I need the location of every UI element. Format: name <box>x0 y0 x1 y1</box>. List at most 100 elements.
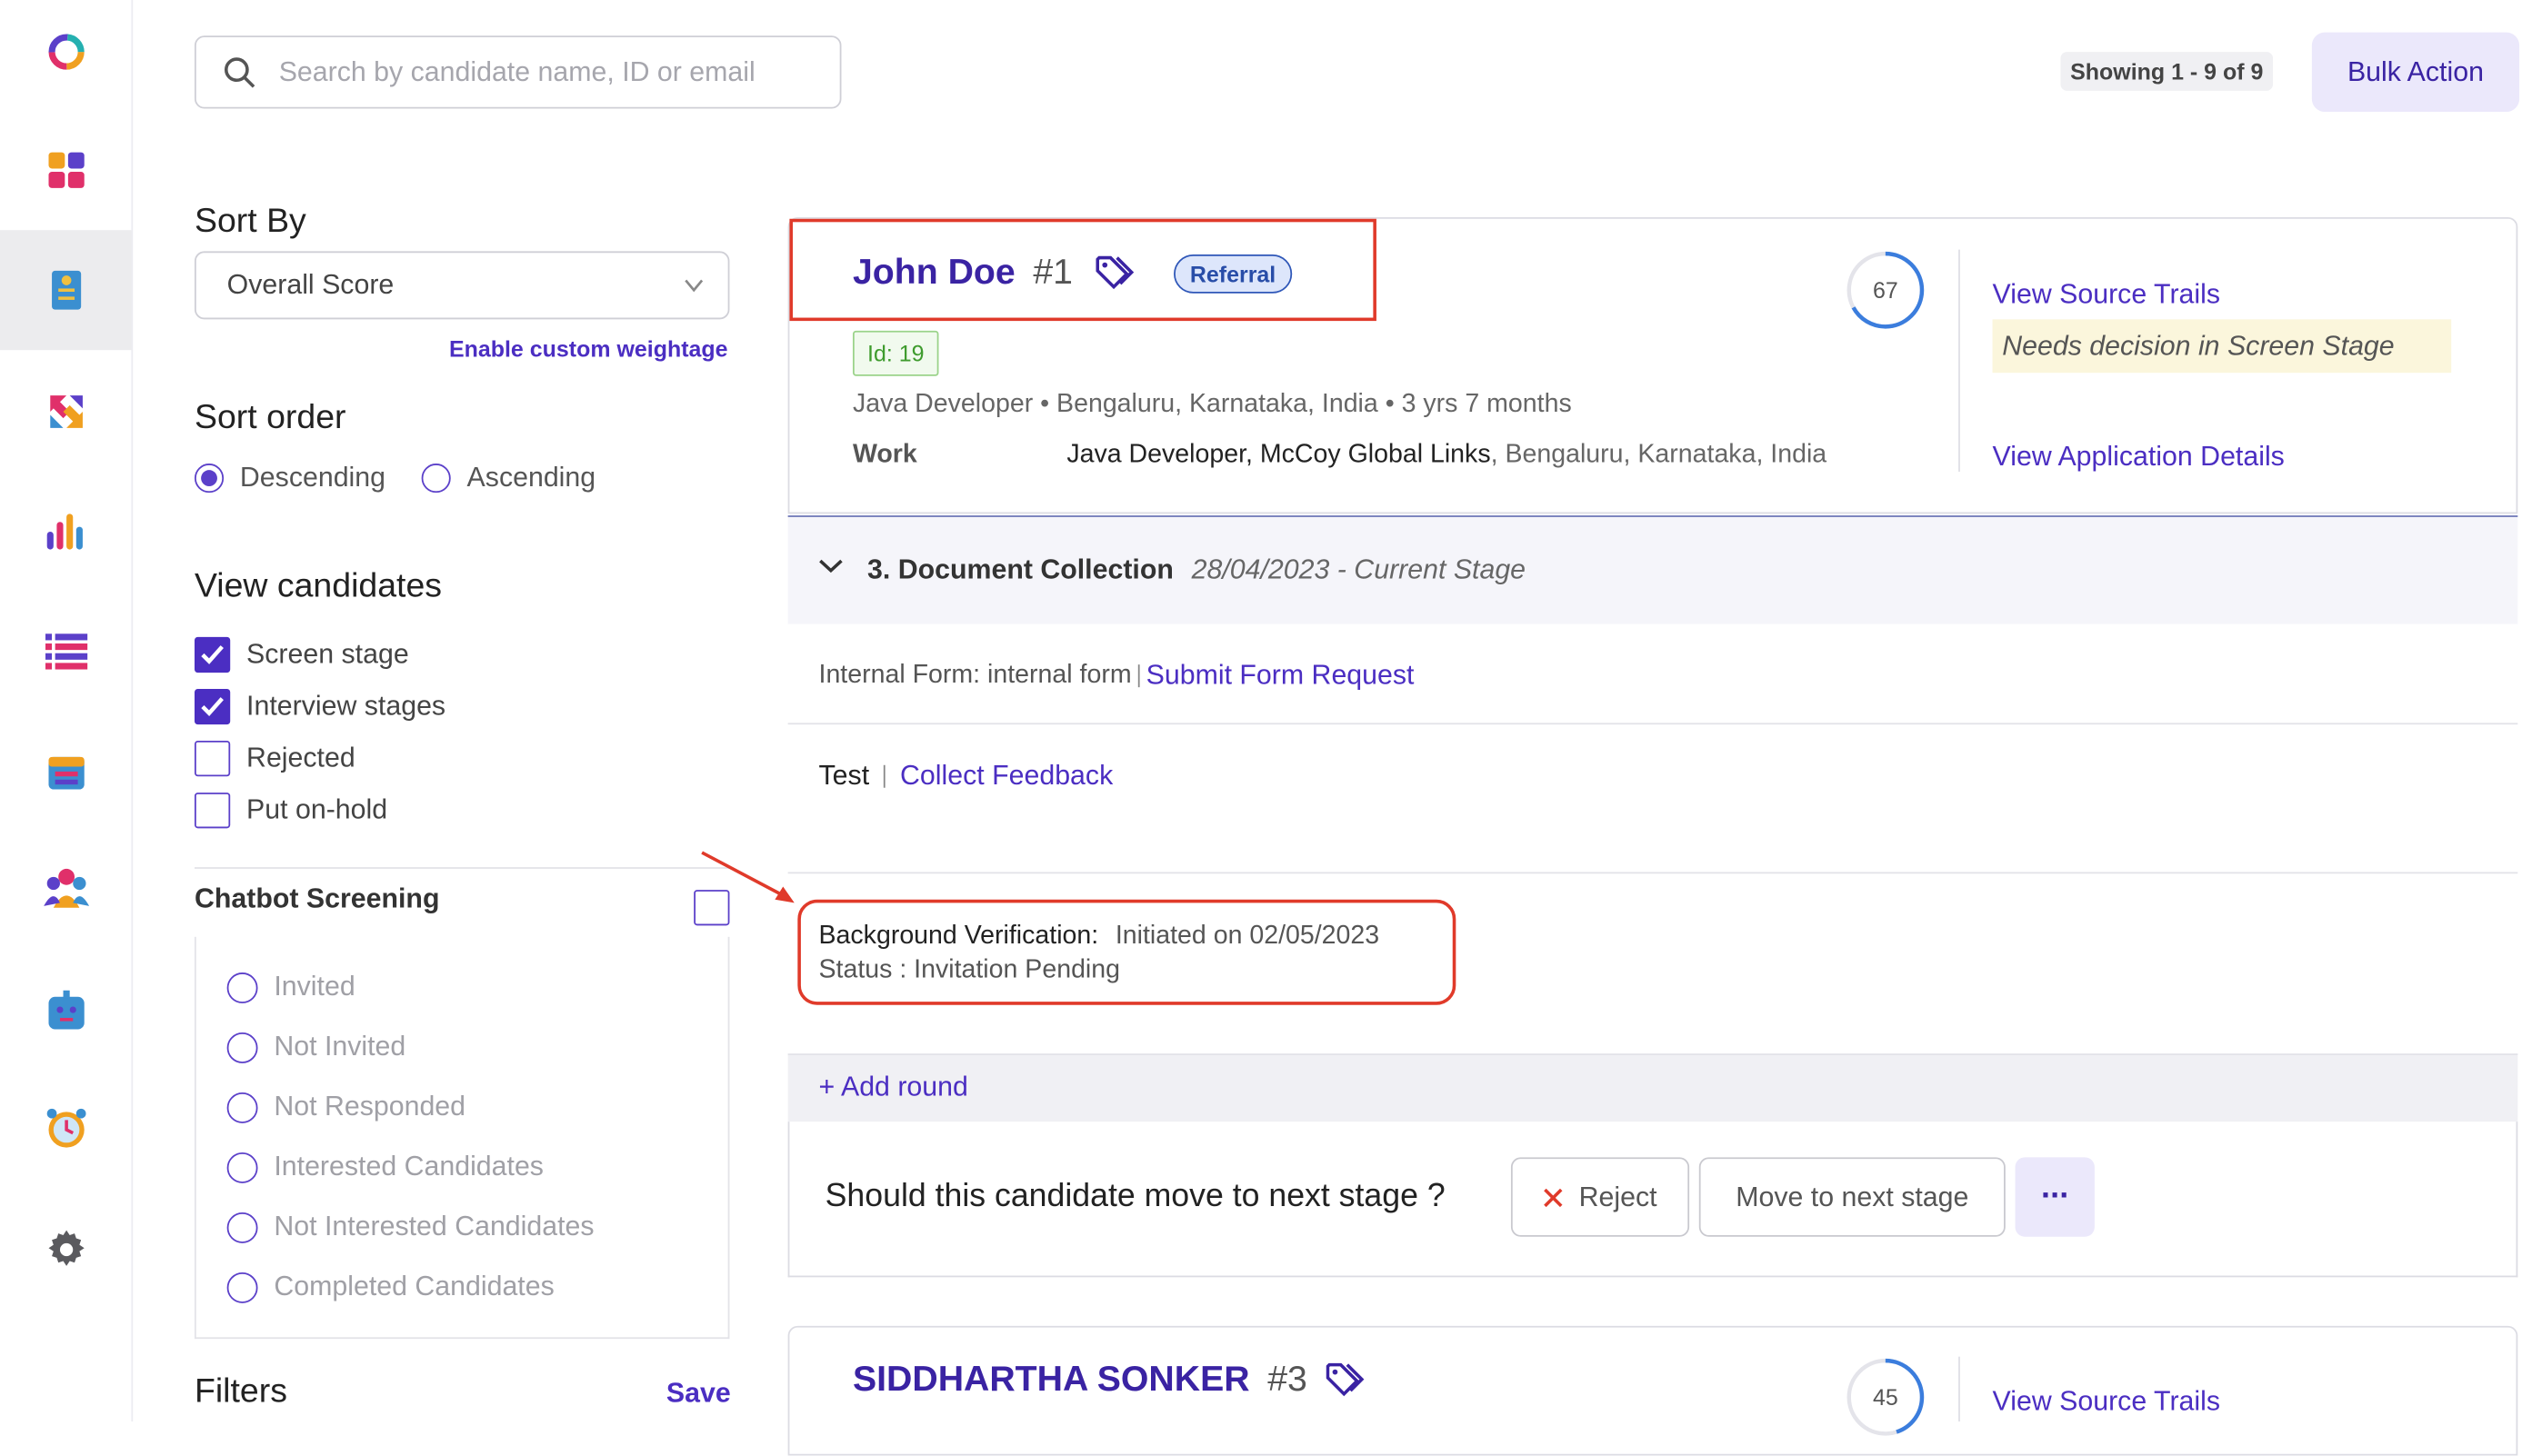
search-box[interactable] <box>194 35 842 109</box>
radio-unselected <box>226 1212 258 1242</box>
work-role: Java Developer <box>1066 441 1246 469</box>
stage-date: 28/04/2023 - Current Stage <box>1191 553 1526 585</box>
transfer-icon[interactable] <box>0 363 131 460</box>
chatbot-option-label: Not Interested Candidates <box>274 1211 595 1242</box>
checkbox-checked <box>194 688 231 725</box>
chatbot-option-label: Invited <box>274 971 355 1002</box>
radio-selected <box>194 464 225 494</box>
candidate-number: #3 <box>1267 1358 1307 1400</box>
chatbot-option-label: Interested Candidates <box>274 1151 544 1182</box>
view-interview-stages-checkbox[interactable]: Interview stages <box>194 688 446 725</box>
enable-custom-weightage-link[interactable]: Enable custom weightage <box>449 335 728 362</box>
tag-icon[interactable] <box>1095 254 1135 290</box>
chatbot-option-not-invited[interactable]: Not Invited <box>226 1031 406 1063</box>
test-row: Test Collect Feedback <box>819 760 1114 793</box>
view-put-on-hold-checkbox[interactable]: Put on-hold <box>194 793 388 829</box>
close-icon <box>1543 1187 1563 1207</box>
score-value: 67 <box>1873 278 1898 304</box>
checkbox-label: Put on-hold <box>246 793 388 825</box>
move-to-next-stage-button[interactable]: Move to next stage <box>1698 1157 2006 1237</box>
reject-button[interactable]: Reject <box>1510 1157 1690 1237</box>
section-divider <box>787 723 2518 725</box>
filters-title: Filters <box>194 1372 287 1411</box>
tag-icon[interactable] <box>1326 1361 1366 1397</box>
candidate-header: John Doe #1 <box>853 251 1135 293</box>
radio-unselected <box>226 1152 258 1182</box>
chatbot-option-invited[interactable]: Invited <box>226 971 355 1003</box>
sort-by-title: Sort By <box>194 202 306 240</box>
chatbot-option-label: Not Invited <box>274 1031 406 1062</box>
jobs-icon[interactable] <box>0 230 132 351</box>
chatbot-icon[interactable] <box>0 962 131 1060</box>
internal-form-label: Internal Form: internal form <box>818 661 1132 689</box>
score-ring: 45 <box>1846 1358 1925 1436</box>
collect-feedback-link[interactable]: Collect Feedback <box>900 760 1113 793</box>
submit-form-request-link[interactable]: Submit Form Request <box>1146 660 1415 693</box>
bgv-row: Background Verification: Initiated on 02… <box>819 922 1380 952</box>
view-candidates-title: View candidates <box>194 567 443 605</box>
bulk-action-button[interactable]: Bulk Action <box>2311 32 2520 113</box>
test-label: Test <box>818 760 870 792</box>
search-input[interactable] <box>275 54 801 90</box>
team-icon[interactable] <box>0 840 131 937</box>
sort-descending-radio[interactable]: Descending <box>194 462 386 494</box>
checkbox-label: Screen stage <box>246 638 409 670</box>
radio-unselected <box>226 1092 258 1123</box>
bgv-status: Status : Invitation Pending <box>818 956 1121 984</box>
checkbox-unchecked <box>194 741 231 777</box>
view-application-details-link[interactable]: View Application Details <box>1993 441 2285 474</box>
view-source-trails-link[interactable]: View Source Trails <box>1993 1386 2220 1419</box>
ascending-label: Ascending <box>466 462 596 494</box>
chatbot-option-completed[interactable]: Completed Candidates <box>226 1271 555 1303</box>
separator <box>1137 664 1140 688</box>
needs-decision-note: Needs decision in Screen Stage <box>1992 319 2452 374</box>
checkbox-label: Rejected <box>246 742 355 773</box>
showing-count: Showing 1 - 9 of 9 <box>2060 52 2274 91</box>
work-details: Java Developer, McCoy Global Links, Beng… <box>1066 441 1826 470</box>
calendar-icon[interactable] <box>0 723 131 820</box>
chatbot-option-not-interested[interactable]: Not Interested Candidates <box>226 1211 595 1243</box>
radio-unselected <box>226 1272 258 1302</box>
filters-save-link[interactable]: Save <box>666 1378 731 1411</box>
chatbot-option-not-responded[interactable]: Not Responded <box>226 1091 466 1123</box>
work-label: Work <box>852 441 917 469</box>
reject-label: Reject <box>1578 1181 1657 1212</box>
left-nav-rail <box>0 0 134 1422</box>
chatbot-option-interested[interactable]: Interested Candidates <box>226 1151 544 1183</box>
sort-by-select[interactable]: Overall Score <box>194 251 730 320</box>
checkbox-label: Interview stages <box>246 690 446 722</box>
descending-label: Descending <box>239 462 386 494</box>
analytics-icon[interactable] <box>0 483 131 580</box>
view-source-trails-link[interactable]: View Source Trails <box>1993 279 2220 312</box>
checkbox-unchecked <box>194 793 231 829</box>
candidate-name-link[interactable]: John Doe <box>853 251 1016 293</box>
sidebar-divider <box>194 867 730 869</box>
decision-question: Should this candidate move to next stage… <box>825 1178 1446 1214</box>
checkbox-checked <box>194 636 231 673</box>
view-screen-stage-checkbox[interactable]: Screen stage <box>194 636 409 673</box>
alarm-icon[interactable] <box>0 1080 131 1177</box>
logo-icon[interactable] <box>0 4 131 101</box>
view-rejected-checkbox[interactable]: Rejected <box>194 741 355 777</box>
candidate-number: #1 <box>1033 251 1073 293</box>
add-round-link[interactable]: + Add round <box>819 1072 968 1104</box>
dashboard-icon[interactable] <box>0 122 131 219</box>
work-location: , Bengaluru, Karnataka, India <box>1490 441 1827 469</box>
candidate-id-badge: Id: 19 <box>852 330 939 376</box>
radio-unselected <box>226 1032 258 1063</box>
radio-unselected <box>226 972 258 1003</box>
settings-icon[interactable] <box>0 1201 131 1298</box>
search-icon <box>224 56 256 89</box>
chatbot-option-label: Not Responded <box>274 1091 466 1122</box>
list-icon[interactable] <box>0 603 131 700</box>
candidate-name-link[interactable]: SIDDHARTHA SONKER <box>853 1358 1250 1400</box>
bgv-initiated: Initiated on 02/05/2023 <box>1115 922 1380 951</box>
card-divider <box>1958 1356 1960 1422</box>
more-options-button[interactable]: ··· <box>2015 1157 2095 1237</box>
chevron-down-icon[interactable] <box>817 554 845 585</box>
chatbot-option-label: Completed Candidates <box>274 1271 555 1302</box>
candidate-summary: Java Developer • Bengaluru, Karnataka, I… <box>852 390 1572 419</box>
candidate-header: SIDDHARTHA SONKER #3 <box>853 1358 1366 1400</box>
bgv-label: Background Verification: <box>818 922 1099 951</box>
sort-ascending-radio[interactable]: Ascending <box>421 462 596 494</box>
